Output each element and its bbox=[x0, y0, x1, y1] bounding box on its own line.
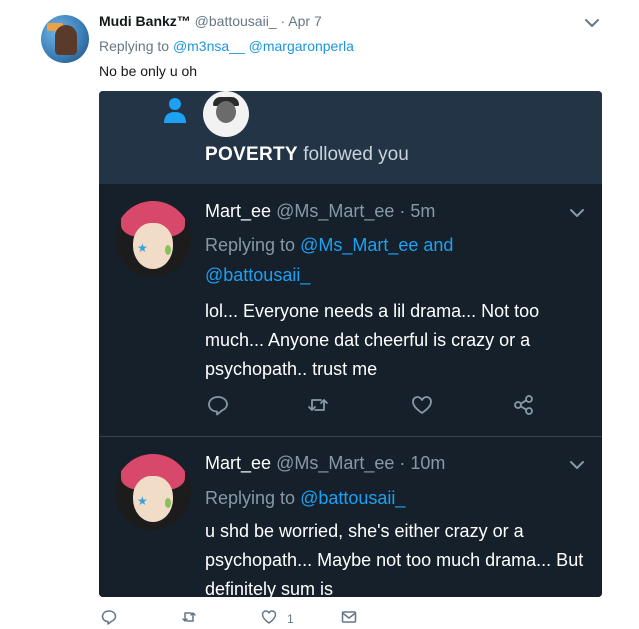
reply-handle: @Ms_Mart_ee bbox=[276, 201, 395, 221]
reply-avatar: ★ bbox=[115, 201, 191, 277]
author-name[interactable]: Mudi Bankz™ bbox=[99, 13, 191, 29]
attached-image[interactable]: POVERTY followed you ★ Mart_ee @Ms_Mart_… bbox=[99, 91, 602, 597]
reply-context: Replying to @battousaii_ bbox=[205, 483, 405, 513]
star-icon: ★ bbox=[137, 494, 148, 508]
meta-separator: · bbox=[276, 13, 289, 29]
notification-action: followed you bbox=[303, 144, 409, 165]
replying-to: Replying to @m3nsa__ @margaronperla bbox=[99, 38, 354, 54]
reply-user-link: @battousaii_ bbox=[205, 265, 311, 285]
tweet-actions: 1 bbox=[99, 609, 399, 629]
embedded-reply: ★ Mart_ee @Ms_Mart_ee · 5m Replying to @… bbox=[99, 184, 602, 436]
author-handle[interactable]: @battousaii_ bbox=[195, 13, 277, 29]
reply-header: Mart_ee @Ms_Mart_ee · 10m bbox=[205, 453, 445, 474]
reply-actions bbox=[205, 394, 535, 416]
reply-user-link: @battousaii_ bbox=[300, 488, 406, 508]
avatar-face bbox=[216, 101, 236, 123]
reply-time: 5m bbox=[410, 201, 436, 221]
tweet-text: No be only u oh bbox=[99, 63, 198, 79]
embedded-reply: ★ Mart_ee @Ms_Mart_ee · 10m Replying to … bbox=[99, 437, 602, 597]
follower-avatar bbox=[203, 91, 249, 137]
reply-header: Mart_ee @Ms_Mart_ee · 5m bbox=[205, 201, 435, 222]
replying-prefix: Replying to bbox=[99, 38, 173, 54]
heart-icon[interactable] bbox=[261, 609, 277, 625]
reply-avatar: ★ bbox=[115, 454, 191, 530]
share-icon bbox=[514, 395, 533, 415]
reply-context: Replying to @Ms_Mart_ee and @battousaii_ bbox=[205, 230, 453, 290]
reply-user-link[interactable]: @margaronperla bbox=[249, 38, 354, 54]
reply-time: 10m bbox=[410, 453, 446, 473]
retweet-icon bbox=[308, 399, 328, 411]
follow-notification: POVERTY followed you bbox=[99, 91, 602, 184]
notification-text: POVERTY followed you bbox=[205, 144, 409, 166]
star-icon: ★ bbox=[137, 241, 148, 255]
chevron-down-icon[interactable] bbox=[583, 14, 601, 32]
reply-body: lol... Everyone needs a lil drama... Not… bbox=[205, 301, 540, 379]
chevron-down-icon bbox=[570, 209, 584, 217]
reply-icon[interactable] bbox=[101, 609, 117, 625]
envelope-icon[interactable] bbox=[341, 609, 357, 625]
reply-author: Mart_ee bbox=[205, 453, 272, 473]
replying-prefix: Replying to bbox=[205, 488, 301, 508]
reply-user-link[interactable]: @m3nsa__ bbox=[173, 38, 245, 54]
meta-separator: · bbox=[394, 453, 411, 473]
meta-separator: · bbox=[394, 201, 411, 221]
profile-avatar[interactable] bbox=[41, 15, 89, 63]
reply-body: u shd be worried, she's either crazy or … bbox=[205, 521, 584, 597]
replying-prefix: Replying to bbox=[205, 235, 301, 255]
reply-handle: @Ms_Mart_ee bbox=[276, 453, 395, 473]
notification-actor: POVERTY bbox=[205, 144, 298, 165]
retweet-icon[interactable] bbox=[181, 609, 197, 625]
reply-icon bbox=[208, 396, 228, 416]
heart-icon bbox=[412, 396, 432, 414]
reply-user-link: @Ms_Mart_ee bbox=[300, 235, 419, 255]
person-icon bbox=[164, 98, 186, 123]
reply-author: Mart_ee bbox=[205, 201, 272, 221]
reply-and: and bbox=[418, 235, 454, 255]
tweet-header: Mudi Bankz™ @battousaii_ · Apr 7 bbox=[99, 13, 322, 29]
tweet-date[interactable]: Apr 7 bbox=[288, 13, 321, 29]
chevron-down-icon bbox=[570, 461, 584, 469]
avatar-figure bbox=[55, 25, 77, 55]
